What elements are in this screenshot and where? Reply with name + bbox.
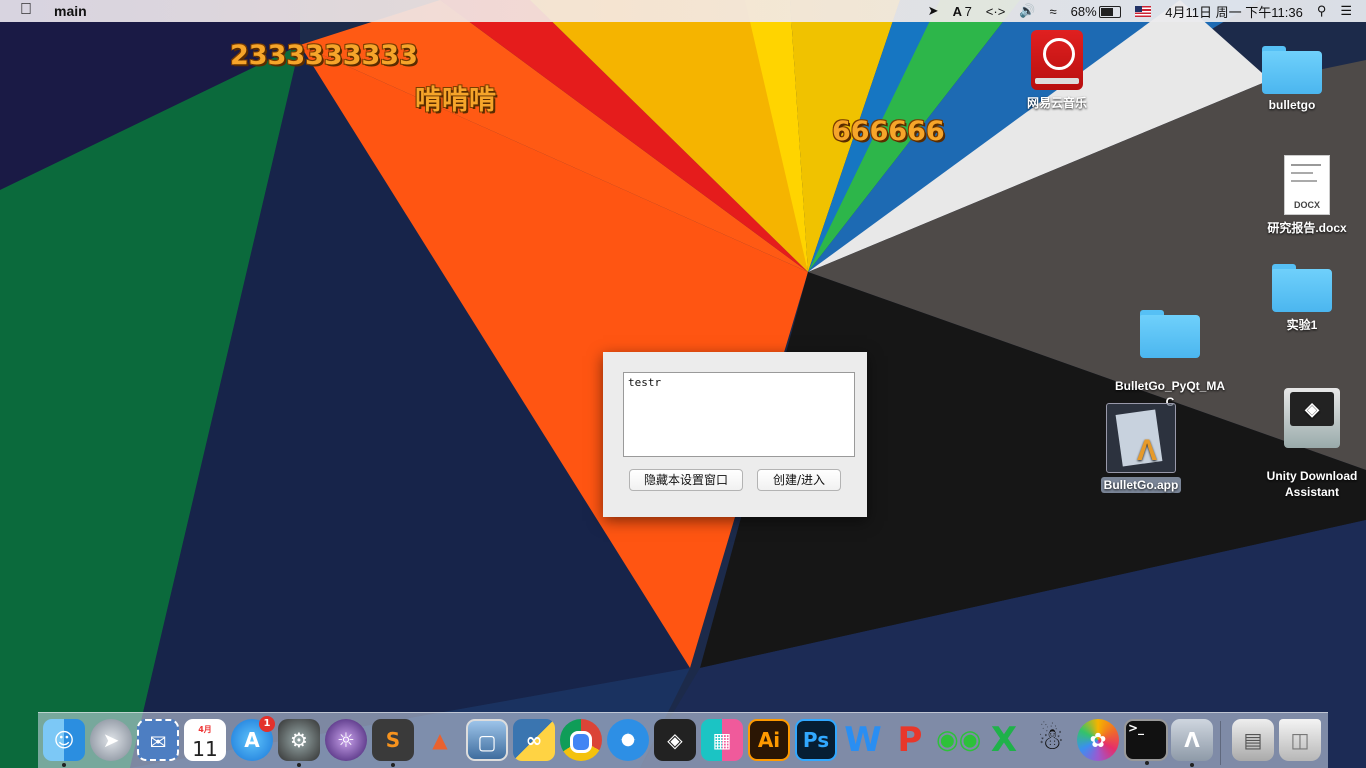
dock: ☺ ➤ ✉ 4月 11 A1 ⚙ ☼ S ▲ ▢ ∞ ✧ ◈ ▦ Ai Ps W…: [38, 712, 1328, 768]
illustrator-icon[interactable]: Ai: [748, 719, 790, 761]
dock-separator: [1220, 721, 1221, 765]
safari-icon[interactable]: ✧: [607, 719, 649, 761]
desktop-icon-unity-assistant[interactable]: ◈ Unity Download Assistant: [1247, 372, 1366, 516]
us-flag-icon[interactable]: [1135, 5, 1152, 17]
desktop-icon-label: BulletGo.app: [1100, 477, 1182, 493]
battery-status[interactable]: 68%: [1071, 4, 1122, 19]
netease-music-icon: [1031, 30, 1083, 90]
desktop-icon-bulletgo-app[interactable]: Λ BulletGo.app: [1076, 403, 1206, 493]
input-method-icon[interactable]: A 7: [953, 4, 972, 19]
battery-icon: [1099, 6, 1122, 19]
danmaku-text-2: 啃啃啃: [415, 85, 496, 116]
hide-settings-button[interactable]: 隐藏本设置窗口: [629, 469, 743, 491]
app-menu-name[interactable]: main: [54, 3, 87, 19]
qq-icon[interactable]: ☃: [1030, 719, 1072, 761]
terminal-icon[interactable]: >_: [1124, 719, 1168, 765]
desktop-icon-label: 实验1: [1286, 318, 1318, 332]
wifi-icon[interactable]: ≈: [1050, 4, 1057, 19]
photoshop-icon[interactable]: Ps: [795, 719, 837, 761]
app-store-badge: 1: [259, 716, 275, 732]
eclipse-icon[interactable]: ☼: [325, 719, 367, 761]
app-store-icon[interactable]: A1: [231, 716, 275, 761]
unity-icon[interactable]: ◈: [654, 719, 696, 761]
volume-icon[interactable]: 🔊: [1019, 3, 1035, 19]
desktop-icon-netease-music[interactable]: 网易云音乐: [992, 30, 1122, 111]
preview-icon[interactable]: ▢: [466, 719, 508, 761]
docx-file-icon: DOCX: [1284, 155, 1330, 215]
chrome-icon[interactable]: [560, 719, 602, 761]
desktop-icon-label: Unity Download Assistant: [1266, 469, 1358, 499]
send-icon[interactable]: ➤: [928, 3, 939, 19]
calendar-month: 4月: [198, 725, 212, 734]
spotlight-search-icon[interactable]: ⚲: [1317, 3, 1327, 19]
matlab-icon[interactable]: ▲: [419, 719, 461, 761]
mail-stamp-icon[interactable]: ✉: [137, 719, 179, 761]
wechat-icon[interactable]: ◉◉: [936, 719, 981, 761]
launchpad-icon[interactable]: ➤: [90, 719, 132, 761]
system-preferences-icon[interactable]: ⚙: [278, 719, 320, 767]
unity-disk-icon: ◈: [1284, 388, 1340, 448]
python-icon[interactable]: ∞: [513, 719, 555, 761]
desktop-icon-experiment-folder[interactable]: 实验1: [1237, 264, 1366, 333]
desktop-icon-label: 研究报告.docx: [1267, 221, 1347, 235]
calendar-icon[interactable]: 4月 11: [184, 719, 226, 761]
danmaku-text-3: 666666: [832, 116, 945, 147]
apple-menu-icon[interactable]: : [20, 1, 32, 19]
sublime-text-icon[interactable]: S: [372, 719, 414, 767]
downloads-stack-icon[interactable]: ▤: [1232, 719, 1274, 761]
desktop-icon-label: 网易云音乐: [1026, 96, 1087, 110]
desktop-icon-bulletgo-folder[interactable]: bulletgo: [1227, 46, 1357, 112]
folder-icon: [1272, 264, 1332, 312]
battery-percent: 68%: [1070, 3, 1097, 19]
menu-bar:  main ➤ A 7 <·> 🔊 ≈ 68% 4月11日 周一 下午11:3…: [0, 0, 1366, 22]
xcode-app-icon[interactable]: Λ: [1171, 719, 1213, 767]
desktop-icon-report-docx[interactable]: DOCX 研究报告.docx: [1242, 155, 1366, 236]
status-area: ➤ A 7 <·> 🔊 ≈ 68% 4月11日 周一 下午11:36 ⚲ ☰: [928, 0, 1366, 22]
folder-icon: [1262, 46, 1322, 94]
settings-dialog: 隐藏本设置窗口 创建/进入: [603, 352, 867, 517]
photos-icon[interactable]: ✿: [1077, 719, 1119, 761]
notification-center-icon[interactable]: ☰: [1340, 3, 1352, 19]
trash-icon[interactable]: ◫: [1279, 719, 1321, 761]
powerpoint-icon[interactable]: P: [889, 719, 931, 761]
app-icon: Λ: [1106, 403, 1176, 473]
desktop-icon-label: bulletgo: [1268, 98, 1316, 112]
datetime[interactable]: 4月11日 周一 下午11:36: [1165, 2, 1303, 21]
create-enter-button[interactable]: 创建/进入: [757, 469, 841, 491]
code-brackets-icon[interactable]: <·>: [986, 4, 1006, 19]
input-method-count: 7: [964, 3, 972, 19]
message-textarea[interactable]: [623, 372, 855, 457]
excel-icon[interactable]: X: [983, 719, 1025, 761]
folder-icon: [1140, 310, 1200, 358]
calendar-day: 11: [192, 737, 218, 761]
word-icon[interactable]: W: [842, 719, 884, 761]
xmind-icon[interactable]: ▦: [701, 719, 743, 761]
docx-badge: DOCX: [1293, 200, 1320, 210]
danmaku-text-1: 2333333333: [230, 40, 418, 71]
finder-icon[interactable]: ☺: [43, 719, 85, 767]
